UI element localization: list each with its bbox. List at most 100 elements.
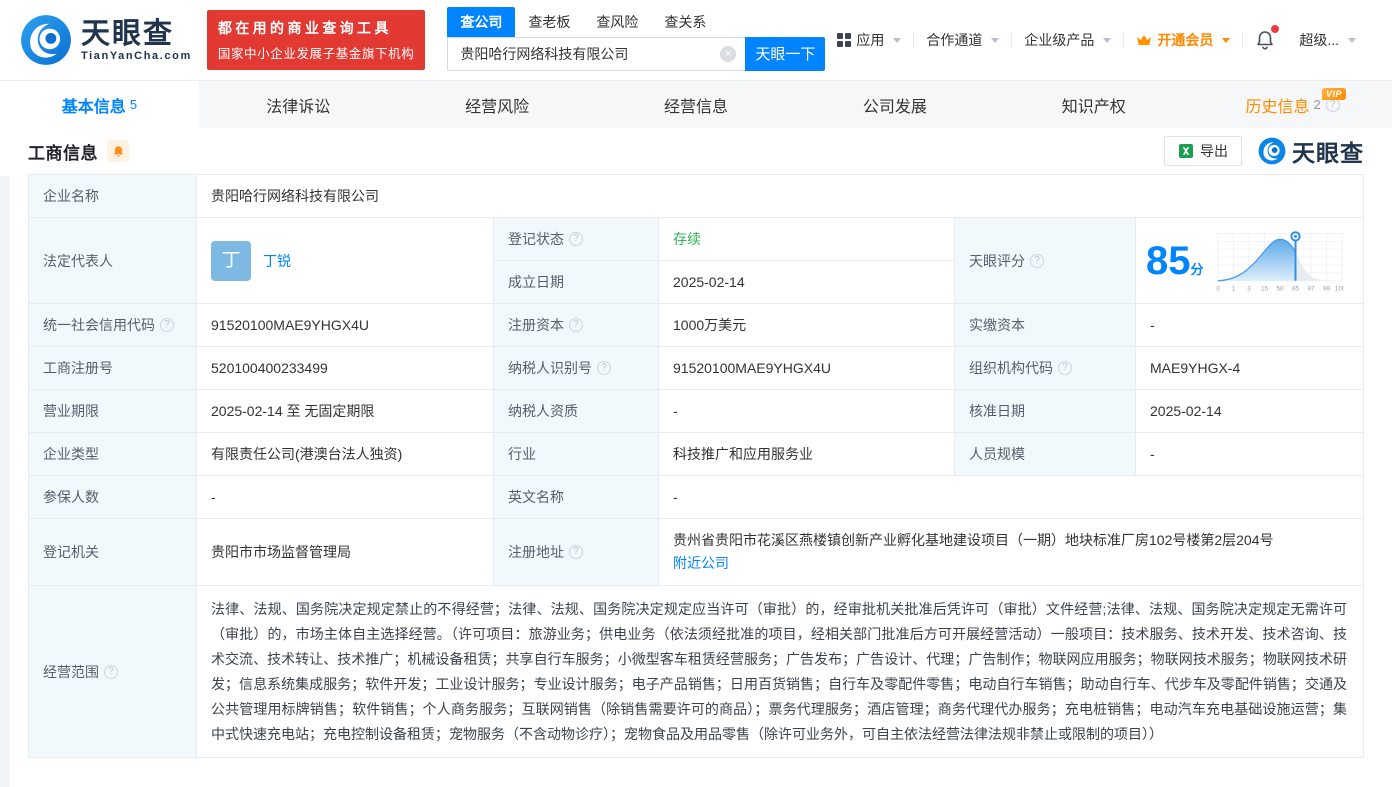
score-value: 85: [1146, 239, 1191, 283]
company-tabs: 基本信息 5 法律诉讼 经营风险 经营信息 公司发展 知识产权 VIP 历史信息…: [0, 80, 1392, 128]
search-tab-company[interactable]: 查公司: [447, 7, 515, 37]
business-term-value: 2025-02-14 至 无固定期限: [197, 390, 494, 432]
table-row: 法定代表人 丁 丁锐 登记状态 ? 存续 成立日期 2025-02-14 天眼评…: [29, 218, 1363, 304]
table-row: 工商注册号 520100400233499 纳税人识别号 ? 91520100M…: [29, 347, 1363, 390]
legal-rep-cell: 丁 丁锐: [197, 218, 494, 303]
tab-business-info[interactable]: 经营信息: [597, 81, 796, 128]
chevron-down-icon: [1348, 38, 1356, 43]
search-tab-relation[interactable]: 查关系: [651, 7, 719, 37]
tab-label: 基本信息: [62, 93, 126, 117]
field-label: 纳税人资质: [494, 390, 659, 432]
notifications-bell[interactable]: [1243, 30, 1287, 50]
tab-label: 法律诉讼: [266, 93, 330, 117]
svg-text:15: 15: [1260, 285, 1268, 292]
monitor-bell-button[interactable]: [107, 140, 129, 162]
brand-slogan-banner: 都在用的商业查询工具 国家中小企业发展子基金旗下机构: [207, 10, 426, 70]
tianyancha-logo[interactable]: 天眼查 TianYanCha.com: [20, 14, 192, 66]
grid-icon: [837, 33, 851, 47]
table-row: 经营范围 ? 法律、法规、国务院决定规定禁止的不得经营；法律、法规、国务院决定规…: [29, 586, 1363, 757]
field-label: 成立日期: [494, 261, 659, 303]
search-tab-boss[interactable]: 查老板: [515, 7, 583, 37]
help-icon[interactable]: ?: [597, 361, 611, 375]
excel-icon: [1178, 143, 1194, 159]
staff-size-value: -: [1136, 433, 1363, 475]
menu-cooperation[interactable]: 合作通道: [914, 30, 1011, 50]
menu-vip[interactable]: 开通会员: [1124, 30, 1242, 50]
tab-company-development[interactable]: 公司发展: [795, 81, 994, 128]
export-button[interactable]: 导出: [1164, 136, 1242, 166]
field-label: 纳税人识别号 ?: [494, 347, 659, 389]
menu-account-label: 超级...: [1299, 30, 1339, 50]
page-gutter: [0, 176, 10, 787]
tab-legal-litigation[interactable]: 法律诉讼: [199, 81, 398, 128]
table-row: 营业期限 2025-02-14 至 无固定期限 纳税人资质 - 核准日期 202…: [29, 390, 1363, 433]
tab-history-info[interactable]: VIP 历史信息 2 ?: [1193, 81, 1392, 128]
field-label: 登记机关: [29, 519, 197, 585]
logo-text: 天眼查 TianYanCha.com: [81, 19, 192, 62]
field-label: 法定代表人: [29, 218, 197, 303]
field-label-text: 天眼评分: [969, 250, 1025, 272]
field-label: 参保人数: [29, 476, 197, 518]
menu-apps[interactable]: 应用: [825, 30, 913, 50]
tab-intellectual-property[interactable]: 知识产权: [994, 81, 1193, 128]
field-label-text: 注册资本: [508, 314, 564, 336]
watermark-logo: 天眼查: [1258, 134, 1364, 168]
field-label-text: 经营范围: [43, 661, 99, 683]
notification-dot: [1271, 25, 1279, 33]
field-label: 统一社会信用代码 ?: [29, 304, 197, 346]
menu-account[interactable]: 超级...: [1287, 30, 1368, 50]
org-code-value: MAE9YHGX-4: [1136, 347, 1363, 389]
svg-text:0: 0: [1216, 285, 1220, 292]
menu-cooperation-label: 合作通道: [926, 30, 982, 50]
score-unit: 分: [1191, 262, 1204, 277]
chevron-down-icon: [991, 38, 999, 43]
field-label-text: 组织机构代码: [969, 357, 1053, 379]
tab-label: 经营信息: [664, 93, 728, 117]
field-label-text: 注册地址: [508, 541, 564, 563]
help-icon[interactable]: ?: [104, 665, 118, 679]
tab-operation-risk[interactable]: 经营风险: [398, 81, 597, 128]
reg-capital-value: 1000万美元: [659, 304, 955, 346]
slogan-line2: 国家中小企业发展子基金旗下机构: [218, 43, 415, 62]
menu-enterprise[interactable]: 企业级产品: [1012, 30, 1123, 50]
help-icon[interactable]: ?: [1058, 361, 1072, 375]
table-row: 登记机关 贵阳市市场监督管理局 注册地址 ? 贵州省贵阳市花溪区燕楼镇创新产业孵…: [29, 519, 1363, 586]
insured-count-value: -: [197, 476, 494, 518]
field-label: 登记状态 ?: [494, 218, 659, 260]
tab-count: 5: [130, 97, 137, 112]
search-tab-risk[interactable]: 查风险: [583, 7, 651, 37]
help-icon[interactable]: ?: [569, 318, 583, 332]
clear-icon[interactable]: ×: [720, 46, 736, 62]
menu-vip-label: 开通会员: [1157, 30, 1213, 50]
address-value: 贵州省贵阳市花溪区燕楼镇创新产业孵化基地建设项目（一期）地块标准厂房102号楼第…: [673, 529, 1349, 552]
nearby-companies-link[interactable]: 附近公司: [673, 555, 729, 571]
field-label: 注册地址 ?: [494, 519, 659, 585]
credit-code-value: 91520100MAE9YHGX4U: [197, 304, 494, 346]
help-icon[interactable]: ?: [569, 545, 583, 559]
search-button[interactable]: 天眼一下: [745, 37, 825, 71]
help-icon[interactable]: ?: [160, 318, 174, 332]
tianyancha-logo-icon: [1258, 137, 1286, 165]
avatar: 丁: [211, 241, 251, 281]
help-icon[interactable]: ?: [1030, 254, 1044, 268]
top-menu: 应用 合作通道 企业级产品 开通会员: [825, 30, 1368, 50]
bell-icon: [112, 145, 125, 158]
svg-text:99: 99: [1322, 285, 1330, 292]
search-box: 查公司 查老板 查风险 查关系 × 天眼一下: [447, 10, 825, 71]
score-cell: 85分: [1136, 218, 1363, 303]
english-name-value: -: [659, 476, 1363, 518]
tab-basic-info[interactable]: 基本信息 5: [0, 81, 199, 128]
chevron-down-icon: [893, 38, 901, 43]
help-icon[interactable]: ?: [569, 232, 583, 246]
company-name-value: 贵阳哈行网络科技有限公司: [197, 175, 1363, 217]
search-input[interactable]: [448, 46, 745, 62]
svg-text:1: 1: [1231, 285, 1235, 292]
field-label-text: 统一社会信用代码: [43, 314, 155, 336]
field-label: 行业: [494, 433, 659, 475]
svg-text:3: 3: [1247, 285, 1251, 292]
menu-apps-label: 应用: [856, 30, 884, 50]
legal-rep-link[interactable]: 丁锐: [263, 250, 291, 272]
field-label: 人员规模: [955, 433, 1136, 475]
tab-label: 经营风险: [465, 93, 529, 117]
svg-text:97: 97: [1307, 285, 1315, 292]
